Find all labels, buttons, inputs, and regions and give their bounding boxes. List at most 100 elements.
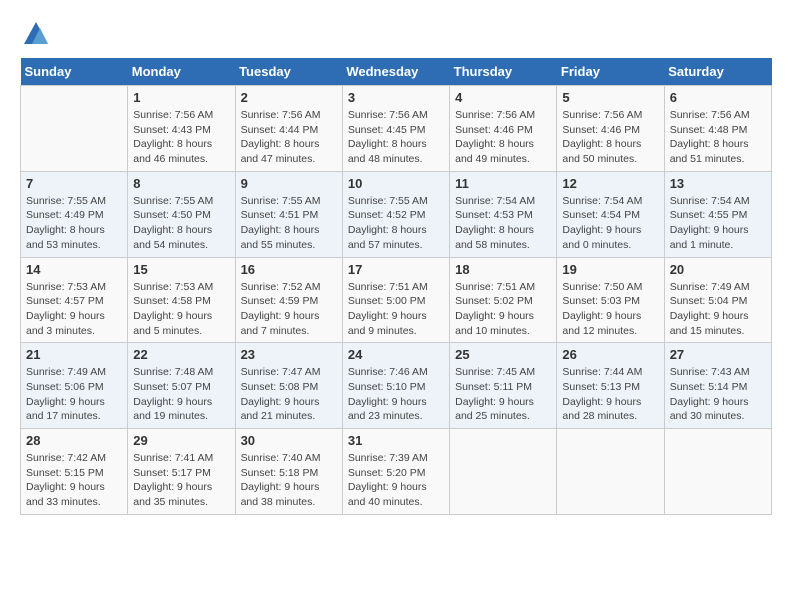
day-number: 1 (133, 90, 229, 105)
day-number: 10 (348, 176, 444, 191)
calendar-cell: 22 Sunrise: 7:48 AMSunset: 5:07 PMDayligh… (128, 343, 235, 429)
day-info: Sunrise: 7:44 AMSunset: 5:13 PMDaylight:… (562, 365, 658, 424)
day-info: Sunrise: 7:46 AMSunset: 5:10 PMDaylight:… (348, 365, 444, 424)
calendar-cell: 17 Sunrise: 7:51 AMSunset: 5:00 PMDayligh… (342, 257, 449, 343)
calendar-cell: 20 Sunrise: 7:49 AMSunset: 5:04 PMDayligh… (664, 257, 771, 343)
day-number: 2 (241, 90, 337, 105)
day-number: 3 (348, 90, 444, 105)
calendar-cell: 9 Sunrise: 7:55 AMSunset: 4:51 PMDaylight… (235, 171, 342, 257)
page-header (20, 20, 772, 48)
calendar-cell: 12 Sunrise: 7:54 AMSunset: 4:54 PMDayligh… (557, 171, 664, 257)
calendar-cell: 30Sunrise: 7:40 AMSunset: 5:18 PMDayligh… (235, 429, 342, 515)
day-info: Sunrise: 7:43 AMSunset: 5:14 PMDaylight:… (670, 365, 766, 424)
calendar-cell: 28Sunrise: 7:42 AMSunset: 5:15 PMDayligh… (21, 429, 128, 515)
weekday-thursday: Thursday (450, 58, 557, 86)
calendar-cell: 25 Sunrise: 7:45 AMSunset: 5:11 PMDayligh… (450, 343, 557, 429)
day-number: 12 (562, 176, 658, 191)
calendar-cell (664, 429, 771, 515)
calendar-cell: 15Sunrise: 7:53 AMSunset: 4:58 PMDayligh… (128, 257, 235, 343)
weekday-header-row: SundayMondayTuesdayWednesdayThursdayFrid… (21, 58, 772, 86)
calendar-cell: 23 Sunrise: 7:47 AMSunset: 5:08 PMDayligh… (235, 343, 342, 429)
logo (20, 20, 50, 48)
day-info: Sunrise: 7:41 AMSunset: 5:17 PMDaylight:… (133, 451, 229, 510)
day-info: Sunrise: 7:53 AMSunset: 4:57 PMDaylight:… (26, 280, 122, 339)
weekday-tuesday: Tuesday (235, 58, 342, 86)
day-number: 23 (241, 347, 337, 362)
day-number: 9 (241, 176, 337, 191)
calendar-cell: 8 Sunrise: 7:55 AMSunset: 4:50 PMDaylight… (128, 171, 235, 257)
day-info: Sunrise: 7:45 AMSunset: 5:11 PMDaylight:… (455, 365, 551, 424)
day-info: Sunrise: 7:54 AMSunset: 4:54 PMDaylight:… (562, 194, 658, 253)
day-info: Sunrise: 7:54 AMSunset: 4:53 PMDaylight:… (455, 194, 551, 253)
day-number: 26 (562, 347, 658, 362)
calendar-cell: 31 Sunrise: 7:39 AMSunset: 5:20 PMDayligh… (342, 429, 449, 515)
day-number: 27 (670, 347, 766, 362)
calendar-body: 1 Sunrise: 7:56 AMSunset: 4:43 PMDaylight… (21, 86, 772, 515)
calendar-cell: 7Sunrise: 7:55 AMSunset: 4:49 PMDaylight… (21, 171, 128, 257)
day-number: 19 (562, 262, 658, 277)
weekday-wednesday: Wednesday (342, 58, 449, 86)
day-number: 25 (455, 347, 551, 362)
day-info: Sunrise: 7:49 AMSunset: 5:06 PMDaylight:… (26, 365, 122, 424)
calendar-table: SundayMondayTuesdayWednesdayThursdayFrid… (20, 58, 772, 515)
calendar-cell: 19 Sunrise: 7:50 AMSunset: 5:03 PMDayligh… (557, 257, 664, 343)
calendar-cell: 2 Sunrise: 7:56 AMSunset: 4:44 PMDaylight… (235, 86, 342, 172)
day-info: Sunrise: 7:50 AMSunset: 5:03 PMDaylight:… (562, 280, 658, 339)
calendar-cell: 10 Sunrise: 7:55 AMSunset: 4:52 PMDayligh… (342, 171, 449, 257)
day-info: Sunrise: 7:42 AMSunset: 5:15 PMDaylight:… (26, 451, 122, 510)
day-info: Sunrise: 7:56 AMSunset: 4:46 PMDaylight:… (455, 108, 551, 167)
day-info: Sunrise: 7:39 AMSunset: 5:20 PMDaylight:… (348, 451, 444, 510)
calendar-week-4: 21 Sunrise: 7:49 AMSunset: 5:06 PMDayligh… (21, 343, 772, 429)
calendar-cell: 27 Sunrise: 7:43 AMSunset: 5:14 PMDayligh… (664, 343, 771, 429)
day-info: Sunrise: 7:56 AMSunset: 4:44 PMDaylight:… (241, 108, 337, 167)
day-number: 14 (26, 262, 122, 277)
day-info: Sunrise: 7:55 AMSunset: 4:51 PMDaylight:… (241, 194, 337, 253)
day-info: Sunrise: 7:56 AMSunset: 4:43 PMDaylight:… (133, 108, 229, 167)
day-number: 20 (670, 262, 766, 277)
day-info: Sunrise: 7:56 AMSunset: 4:48 PMDaylight:… (670, 108, 766, 167)
calendar-cell: 5 Sunrise: 7:56 AMSunset: 4:46 PMDaylight… (557, 86, 664, 172)
day-info: Sunrise: 7:56 AMSunset: 4:45 PMDaylight:… (348, 108, 444, 167)
day-info: Sunrise: 7:56 AMSunset: 4:46 PMDaylight:… (562, 108, 658, 167)
weekday-sunday: Sunday (21, 58, 128, 86)
day-number: 29 (133, 433, 229, 448)
calendar-cell: 13Sunrise: 7:54 AMSunset: 4:55 PMDayligh… (664, 171, 771, 257)
day-info: Sunrise: 7:55 AMSunset: 4:50 PMDaylight:… (133, 194, 229, 253)
weekday-friday: Friday (557, 58, 664, 86)
day-number: 17 (348, 262, 444, 277)
day-number: 22 (133, 347, 229, 362)
day-info: Sunrise: 7:48 AMSunset: 5:07 PMDaylight:… (133, 365, 229, 424)
day-info: Sunrise: 7:53 AMSunset: 4:58 PMDaylight:… (133, 280, 229, 339)
day-number: 30 (241, 433, 337, 448)
day-number: 16 (241, 262, 337, 277)
weekday-monday: Monday (128, 58, 235, 86)
calendar-cell: 1 Sunrise: 7:56 AMSunset: 4:43 PMDaylight… (128, 86, 235, 172)
day-number: 13 (670, 176, 766, 191)
day-info: Sunrise: 7:51 AMSunset: 5:00 PMDaylight:… (348, 280, 444, 339)
calendar-week-5: 28Sunrise: 7:42 AMSunset: 5:15 PMDayligh… (21, 429, 772, 515)
calendar-cell: 26 Sunrise: 7:44 AMSunset: 5:13 PMDayligh… (557, 343, 664, 429)
calendar-cell: 21 Sunrise: 7:49 AMSunset: 5:06 PMDayligh… (21, 343, 128, 429)
weekday-saturday: Saturday (664, 58, 771, 86)
calendar-cell: 24Sunrise: 7:46 AMSunset: 5:10 PMDayligh… (342, 343, 449, 429)
day-info: Sunrise: 7:55 AMSunset: 4:52 PMDaylight:… (348, 194, 444, 253)
calendar-week-1: 1 Sunrise: 7:56 AMSunset: 4:43 PMDaylight… (21, 86, 772, 172)
day-info: Sunrise: 7:52 AMSunset: 4:59 PMDaylight:… (241, 280, 337, 339)
day-number: 6 (670, 90, 766, 105)
day-number: 21 (26, 347, 122, 362)
day-number: 5 (562, 90, 658, 105)
calendar-cell (557, 429, 664, 515)
day-number: 8 (133, 176, 229, 191)
calendar-header: SundayMondayTuesdayWednesdayThursdayFrid… (21, 58, 772, 86)
day-number: 4 (455, 90, 551, 105)
day-number: 7 (26, 176, 122, 191)
calendar-cell: 16 Sunrise: 7:52 AMSunset: 4:59 PMDayligh… (235, 257, 342, 343)
calendar-cell: 18Sunrise: 7:51 AMSunset: 5:02 PMDayligh… (450, 257, 557, 343)
day-number: 11 (455, 176, 551, 191)
calendar-cell (450, 429, 557, 515)
calendar-cell: 6 Sunrise: 7:56 AMSunset: 4:48 PMDaylight… (664, 86, 771, 172)
day-number: 31 (348, 433, 444, 448)
day-info: Sunrise: 7:47 AMSunset: 5:08 PMDaylight:… (241, 365, 337, 424)
calendar-cell: 4 Sunrise: 7:56 AMSunset: 4:46 PMDaylight… (450, 86, 557, 172)
day-info: Sunrise: 7:49 AMSunset: 5:04 PMDaylight:… (670, 280, 766, 339)
